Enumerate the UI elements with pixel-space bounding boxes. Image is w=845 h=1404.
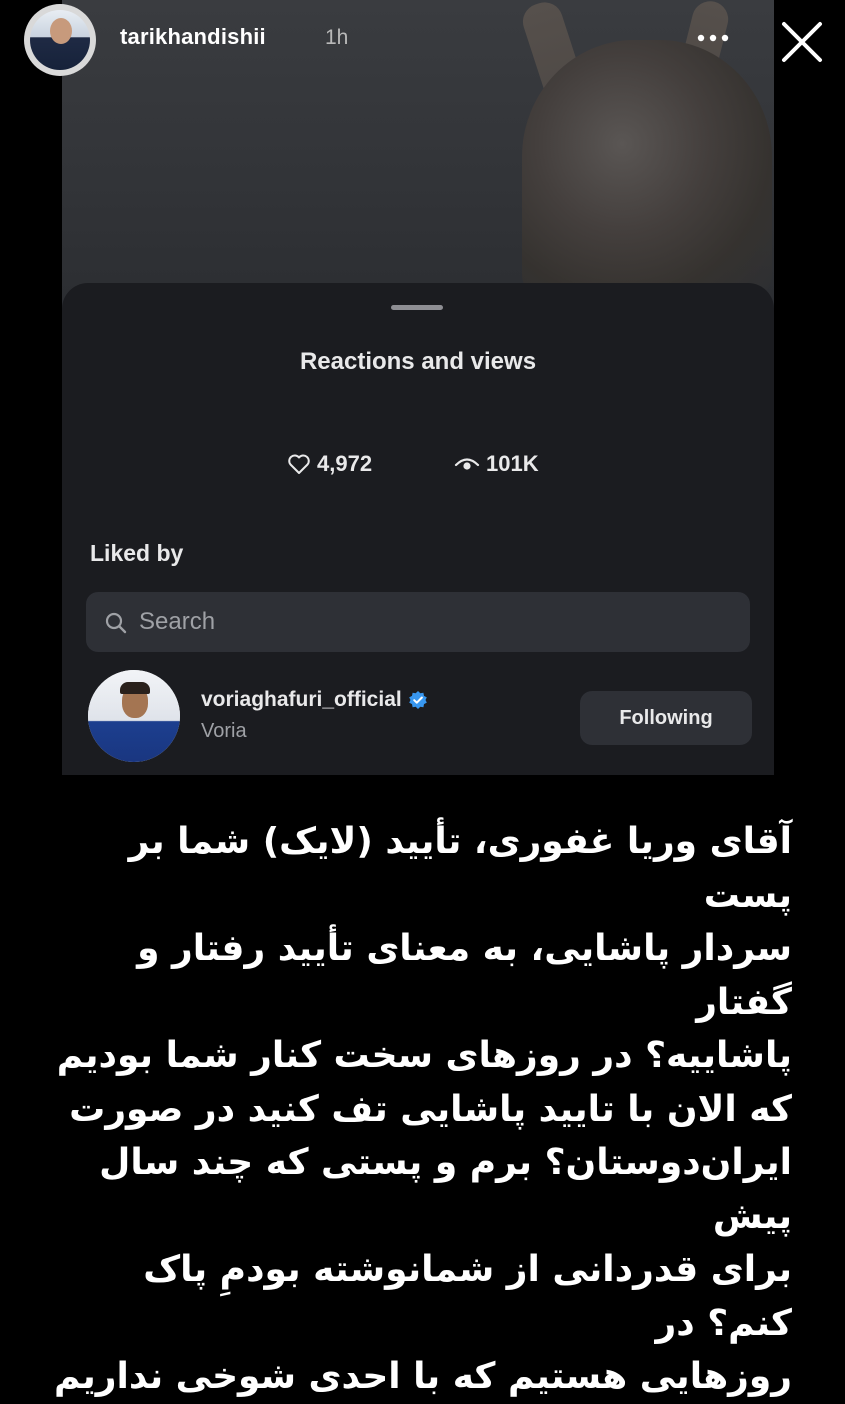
search-icon (105, 612, 127, 634)
more-options-icon[interactable] (696, 30, 730, 46)
search-input[interactable]: Search (86, 592, 750, 652)
following-button[interactable]: Following (580, 691, 752, 745)
embedded-screenshot: Reactions and views 4,972 101K Liked by (62, 0, 774, 775)
story-header: tarikhandishii 1h (0, 0, 845, 80)
likes-count: 4,972 (317, 451, 373, 476)
likes-stat[interactable]: 4,972 (287, 451, 372, 477)
liked-user-row[interactable]: voriaghafuri_official Voria Following (62, 670, 774, 762)
user-username[interactable]: voriaghafuri_official (201, 688, 428, 712)
caption-line: ایران‌دوستان؟ برم و پستی که چند سال پیش (99, 1142, 792, 1237)
caption-line: برای قدردانی از شمانوشته بودمِ پاک کنم؟ … (143, 1249, 792, 1344)
eye-icon (454, 458, 480, 470)
story-timestamp: 1h (325, 26, 349, 49)
sheet-grab-handle[interactable] (391, 305, 443, 310)
caption-line: که الان با تایید پاشایی تف کنید در صورت (69, 1088, 792, 1130)
views-count: 101K (486, 451, 539, 476)
caption-line: پاشاییه؟ در روزهای سخت کنار شما بودیم (56, 1035, 792, 1076)
caption-line: سردار پاشایی، به معنای تأیید رفتار و گفت… (137, 928, 792, 1023)
close-icon[interactable] (778, 18, 826, 66)
user-avatar[interactable] (88, 670, 180, 762)
user-username-text: voriaghafuri_official (201, 688, 402, 711)
sheet-title: Reactions and views (299, 348, 537, 375)
story-avatar[interactable] (24, 4, 96, 76)
caption-line: آقای وریا غفوری، تأیید (لایک) شما بر پست (128, 821, 792, 916)
caption-line: روزهایی هستیم که با احدی شوخی نداریم (54, 1356, 792, 1397)
heart-icon (288, 454, 310, 474)
search-placeholder: Search (139, 608, 216, 635)
verified-badge-icon (408, 691, 427, 709)
story-username[interactable]: tarikhandishii (120, 24, 266, 50)
story-caption: آقای وریا غفوری، تأیید (لایک) شما بر پست… (50, 815, 792, 1404)
reactions-sheet: Reactions and views 4,972 101K Liked by (62, 283, 774, 775)
liked-by-heading: Liked by (90, 540, 184, 566)
views-stat[interactable]: 101K (454, 451, 539, 477)
stats-row: 4,972 101K (62, 451, 774, 481)
user-display-name: Voria (201, 720, 247, 742)
